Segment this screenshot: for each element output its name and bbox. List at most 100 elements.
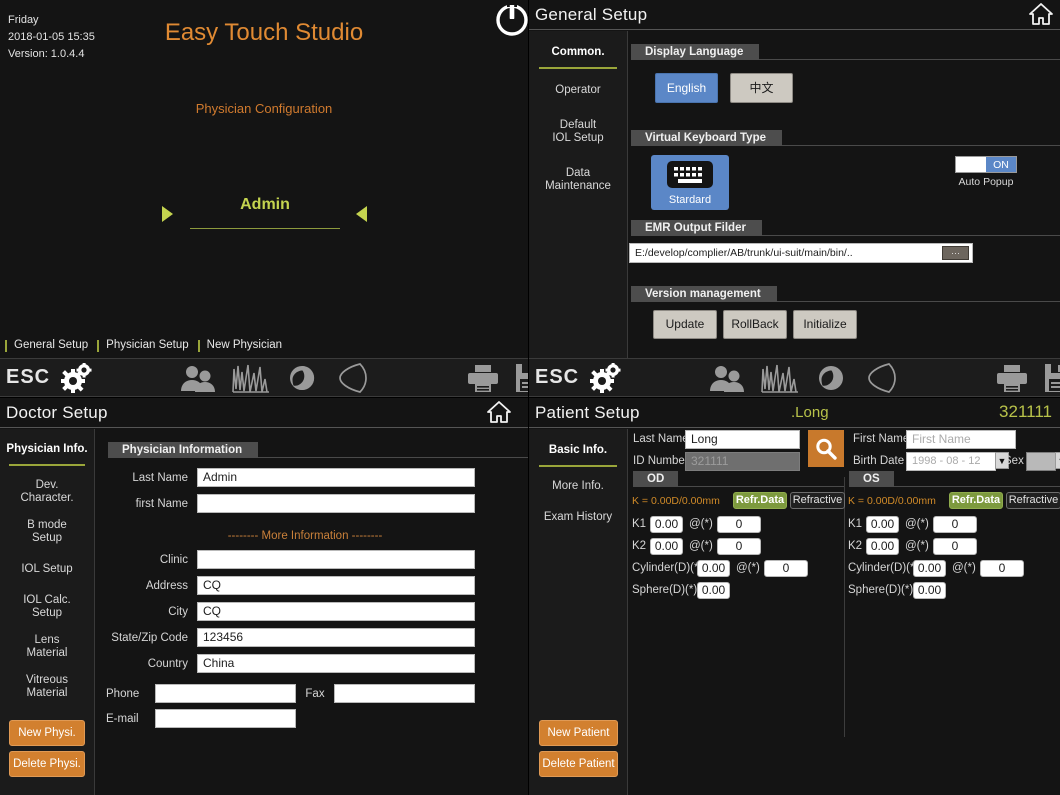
tab-od[interactable]: OD — [633, 471, 679, 487]
os-eye-section: OS K = 0.00D/0.00mm Refr.Data Refractive… — [845, 469, 1060, 604]
patient-setup-sidebar: Basic Info. More Info. Exam History New … — [529, 429, 628, 795]
clinic-input[interactable] — [197, 550, 475, 569]
doctor-setup-panel: Doctor Setup Physician Info. Dev. Charac… — [0, 398, 528, 795]
os-refr-data-button[interactable]: Refr.Data — [949, 492, 1003, 509]
initialize-button[interactable]: Initialize — [793, 310, 857, 339]
tab-os[interactable]: OS — [849, 471, 894, 487]
sidebar-item-vitreous-material[interactable]: Vitreous Material — [0, 667, 94, 707]
od-k1-label: K1 — [632, 518, 647, 530]
field-row: Address CQ — [96, 576, 528, 595]
os-cylinder-axis-input[interactable]: 0 — [980, 560, 1024, 577]
od-cylinder-axis-label: @(*) — [736, 562, 760, 574]
gear-icon[interactable] — [589, 362, 623, 393]
os-k2-axis-input[interactable]: 0 — [933, 538, 977, 555]
phone-input[interactable] — [155, 684, 296, 703]
os-refractive-button[interactable]: Refractive — [1006, 492, 1060, 509]
first-name-input[interactable] — [197, 494, 475, 513]
email-input[interactable] — [155, 709, 296, 728]
keyboard-standard-tile[interactable]: Stardard — [651, 155, 729, 210]
gear-icon[interactable] — [60, 362, 94, 393]
os-cylinder-input[interactable]: 0.00 — [913, 560, 946, 577]
sidebar-item-b-mode-setup[interactable]: B mode Setup — [0, 512, 94, 552]
a-scan-waveform-icon[interactable] — [232, 363, 270, 393]
page-title: General Setup — [535, 4, 648, 24]
language-english-button[interactable]: English — [655, 73, 718, 103]
prev-user-button[interactable] — [160, 205, 174, 228]
od-k1-axis-input[interactable]: 0 — [717, 516, 761, 533]
search-icon — [816, 438, 837, 460]
new-patient-button[interactable]: New Patient — [539, 720, 618, 746]
sidebar-item-iol-setup[interactable]: IOL Setup — [0, 552, 94, 583]
country-input[interactable]: China — [197, 654, 475, 673]
breadcrumb-new-physician[interactable]: New Physician — [197, 339, 291, 352]
fax-input[interactable] — [334, 684, 475, 703]
cornea-icon[interactable] — [334, 362, 376, 394]
a-scan-waveform-icon[interactable] — [761, 363, 799, 393]
sidebar-item-lens-material[interactable]: Lens Material — [0, 627, 94, 667]
first-name-input[interactable]: First Name — [906, 430, 1016, 449]
last-name-input[interactable]: Admin — [197, 468, 475, 487]
printer-icon[interactable] — [466, 363, 500, 393]
emr-browse-button[interactable]: ··· — [942, 246, 969, 260]
sidebar-item-iol-calc-setup[interactable]: IOL Calc. Setup — [0, 583, 94, 627]
eye-icon[interactable] — [284, 363, 320, 393]
next-user-button[interactable] — [355, 205, 369, 228]
rollback-button[interactable]: RollBack — [723, 310, 787, 339]
breadcrumb-general-setup[interactable]: General Setup — [5, 339, 97, 352]
people-icon[interactable] — [178, 363, 218, 393]
od-k1-row: K1 0.00 @(*) 0 — [629, 516, 844, 538]
state-zip-label: State/Zip Code — [111, 631, 188, 644]
od-k1-input[interactable]: 0.00 — [650, 516, 683, 533]
sidebar-item-operator[interactable]: Operator — [529, 77, 627, 104]
last-name-input[interactable]: Long — [685, 430, 800, 449]
os-tab-row: OS — [845, 469, 1060, 487]
state-zip-input[interactable]: 123456 — [197, 628, 475, 647]
eye-icon[interactable] — [813, 363, 849, 393]
sidebar-item-default-iol-setup[interactable]: Default IOL Setup — [529, 112, 627, 152]
people-icon[interactable] — [707, 363, 747, 393]
os-k1-input[interactable]: 0.00 — [866, 516, 899, 533]
od-cylinder-axis-input[interactable]: 0 — [764, 560, 808, 577]
selected-user-label[interactable]: Admin — [190, 196, 340, 214]
search-button[interactable] — [808, 430, 844, 467]
update-button[interactable]: Update — [653, 310, 717, 339]
breadcrumb-physician-setup[interactable]: Physician Setup — [97, 339, 197, 352]
os-k2-input[interactable]: 0.00 — [866, 538, 899, 555]
sidebar-item-basic-info[interactable]: Basic Info. — [529, 437, 627, 464]
power-icon[interactable] — [494, 2, 530, 41]
chevron-down-icon[interactable]: ▼ — [1055, 452, 1060, 469]
home-icon[interactable] — [486, 400, 512, 429]
sidebar-item-data-maintenance[interactable]: Data Maintenance — [529, 160, 627, 200]
save-icon[interactable] — [1043, 363, 1060, 393]
delete-physician-button[interactable]: Delete Physi. — [9, 751, 85, 777]
od-sphere-input[interactable]: 0.00 — [697, 582, 730, 599]
sidebar-item-common[interactable]: Common. — [529, 39, 627, 66]
os-k1-axis-input[interactable]: 0 — [933, 516, 977, 533]
esc-button[interactable]: ESC — [6, 366, 50, 389]
os-sphere-input[interactable]: 0.00 — [913, 582, 946, 599]
address-input[interactable]: CQ — [197, 576, 475, 595]
delete-patient-button[interactable]: Delete Patient — [539, 751, 618, 777]
sidebar-item-more-info[interactable]: More Info. — [529, 473, 627, 500]
od-refr-data-button[interactable]: Refr.Data — [733, 492, 787, 509]
general-setup-panel: General Setup Common. Operator Default I… — [529, 0, 1060, 397]
sidebar-item-dev-character[interactable]: Dev. Character. — [0, 472, 94, 512]
city-input[interactable]: CQ — [197, 602, 475, 621]
od-k2-axis-input[interactable]: 0 — [717, 538, 761, 555]
doctor-setup-content: Physician Information Last Name Admin fi… — [96, 429, 528, 754]
save-icon[interactable] — [514, 363, 528, 393]
home-icon[interactable] — [1028, 2, 1054, 31]
esc-button[interactable]: ESC — [535, 366, 579, 389]
language-chinese-button[interactable]: 中文 — [730, 73, 793, 103]
auto-popup-toggle[interactable]: ON — [955, 156, 1017, 173]
physician-basic-fields: Last Name Admin first Name — [96, 468, 528, 513]
od-cylinder-input[interactable]: 0.00 — [697, 560, 730, 577]
sidebar-item-physician-info[interactable]: Physician Info. — [0, 436, 94, 463]
cornea-icon[interactable] — [863, 362, 905, 394]
od-refractive-button[interactable]: Refractive — [790, 492, 845, 509]
sidebar-item-exam-history[interactable]: Exam History — [529, 500, 627, 531]
new-physician-button[interactable]: New Physi. — [9, 720, 85, 746]
emr-path-input[interactable]: E:/develop/complier/AB/trunk/ui-suit/mai… — [629, 243, 973, 263]
printer-icon[interactable] — [995, 363, 1029, 393]
od-k2-input[interactable]: 0.00 — [650, 538, 683, 555]
